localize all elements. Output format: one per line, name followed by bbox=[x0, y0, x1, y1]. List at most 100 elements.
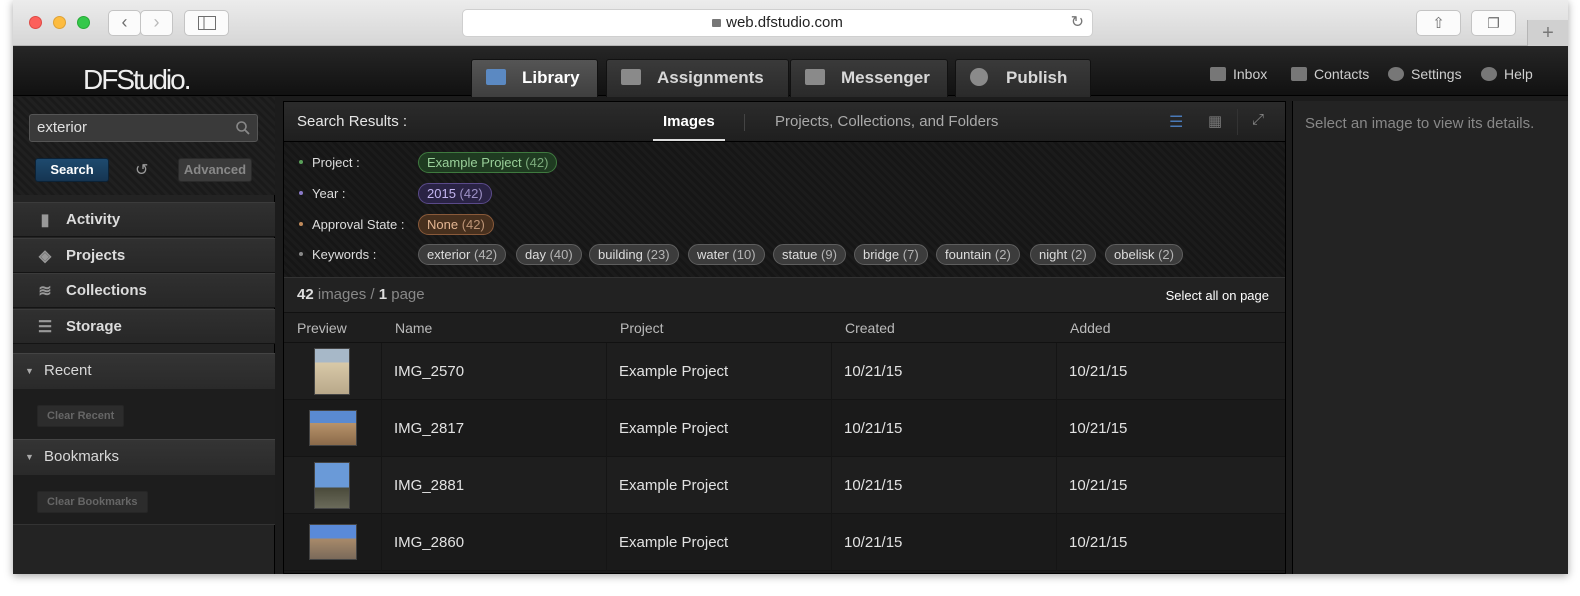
filter-approval-label-text: Approval State : bbox=[312, 217, 405, 232]
keyword-chip-obelisk[interactable]: obelisk (2) bbox=[1105, 244, 1183, 265]
bar-chart-icon: ▮ bbox=[40, 212, 50, 229]
tab-publish-label: Publish bbox=[1006, 68, 1068, 87]
new-tab-button[interactable]: + bbox=[1527, 20, 1568, 46]
back-button[interactable]: ‹ bbox=[108, 10, 141, 36]
sidebar-item-collections-label: Collections bbox=[66, 282, 147, 299]
details-placeholder: Select an image to view its details. bbox=[1305, 115, 1535, 132]
image-thumbnail[interactable] bbox=[314, 462, 350, 509]
list-view-icon[interactable]: ☰ bbox=[1169, 112, 1183, 132]
preview-cell bbox=[284, 343, 382, 400]
table-row[interactable]: IMG_2817 Example Project 10/21/15 10/21/… bbox=[284, 400, 1285, 457]
sidebar-item-activity[interactable]: ▮ Activity bbox=[13, 202, 275, 237]
filter-chip-project[interactable]: Example Project (42) bbox=[418, 152, 558, 173]
image-thumbnail[interactable] bbox=[309, 524, 357, 560]
advanced-search-button[interactable]: Advanced bbox=[178, 158, 252, 182]
share-button[interactable]: ⇧ bbox=[1416, 10, 1461, 36]
sidebar-item-projects-label: Projects bbox=[66, 247, 126, 264]
chip-name: water bbox=[697, 247, 729, 262]
page-count: 1 bbox=[378, 286, 388, 303]
tab-projects-collections-folders[interactable]: Projects, Collections, and Folders bbox=[775, 113, 998, 130]
messenger-icon bbox=[805, 69, 825, 85]
tab-messenger[interactable]: Messenger bbox=[790, 59, 948, 97]
preview-cell bbox=[284, 400, 382, 457]
help-link[interactable]: Help bbox=[1481, 66, 1533, 82]
inbox-link[interactable]: Inbox bbox=[1210, 66, 1267, 82]
keyword-chip-statue[interactable]: statue (9) bbox=[773, 244, 846, 265]
table-row[interactable]: IMG_2860 Example Project 10/21/15 10/21/… bbox=[284, 514, 1285, 571]
tab-publish[interactable]: Publish bbox=[955, 59, 1091, 97]
added-cell: 10/21/15 bbox=[1069, 534, 1128, 551]
assignments-icon bbox=[621, 69, 641, 85]
settings-link[interactable]: Settings bbox=[1388, 66, 1462, 82]
chip-count: (10) bbox=[732, 247, 756, 262]
share-icon: ⇧ bbox=[1432, 15, 1445, 32]
table-row[interactable]: IMG_2881 Example Project 10/21/15 10/21/… bbox=[284, 457, 1285, 514]
keyword-chip-fountain[interactable]: fountain (2) bbox=[936, 244, 1020, 265]
name-cell: IMG_2817 bbox=[382, 400, 607, 457]
details-panel: Select an image to view its details. bbox=[1292, 101, 1568, 574]
plus-icon: + bbox=[1542, 22, 1554, 44]
bookmarks-section-header[interactable]: ▼ Bookmarks bbox=[13, 439, 275, 475]
clear-bookmarks-button[interactable]: Clear Bookmarks bbox=[37, 491, 148, 513]
forward-button[interactable]: › bbox=[140, 10, 173, 36]
image-thumbnail[interactable] bbox=[314, 348, 350, 395]
select-all-link[interactable]: Select all on page bbox=[1166, 288, 1269, 303]
minimize-window-button[interactable] bbox=[53, 16, 66, 29]
column-name[interactable]: Name bbox=[395, 320, 432, 336]
dfstudio-logo[interactable]: DFStudio. bbox=[83, 64, 191, 96]
results-header: Search Results : Images Projects, Collec… bbox=[284, 102, 1285, 142]
keyword-chip-bridge[interactable]: bridge (7) bbox=[854, 244, 928, 265]
chip-name: 2015 bbox=[427, 186, 456, 201]
storage-icon: ☰ bbox=[37, 319, 53, 336]
grid-view-icon[interactable]: ▦ bbox=[1208, 112, 1222, 130]
column-created[interactable]: Created bbox=[845, 320, 895, 336]
reset-search-icon[interactable]: ↺ bbox=[135, 160, 148, 180]
images-word: images bbox=[317, 286, 367, 303]
created-cell: 10/21/15 bbox=[832, 514, 1057, 571]
sidebar-toggle-button[interactable] bbox=[184, 10, 229, 36]
chip-count: (40) bbox=[549, 247, 573, 262]
tab-assignments[interactable]: Assignments bbox=[606, 59, 789, 97]
table-row[interactable]: IMG_2570 Example Project 10/21/15 10/21/… bbox=[284, 343, 1285, 400]
keyword-chip-water[interactable]: water (10) bbox=[688, 244, 765, 265]
keyword-chip-building[interactable]: building (23) bbox=[589, 244, 679, 265]
column-preview[interactable]: Preview bbox=[297, 320, 347, 336]
image-thumbnail[interactable] bbox=[309, 410, 357, 446]
column-added[interactable]: Added bbox=[1070, 320, 1110, 336]
inbox-label: Inbox bbox=[1233, 66, 1268, 82]
keyword-chip-night[interactable]: night (2) bbox=[1030, 244, 1096, 265]
search-button[interactable]: Search bbox=[35, 158, 109, 182]
keyword-chip-day[interactable]: day (40) bbox=[516, 244, 582, 265]
search-input[interactable]: exterior bbox=[29, 114, 258, 142]
recent-section-header[interactable]: ▼ Recent bbox=[13, 353, 275, 389]
browser-window: ‹ › web.dfstudio.com ↻ ⇧ ❐ + DFStudio. L… bbox=[13, 0, 1568, 574]
chip-count: (42) bbox=[459, 186, 483, 201]
tab-divider bbox=[744, 114, 745, 131]
contacts-link[interactable]: Contacts bbox=[1291, 66, 1369, 82]
address-bar[interactable]: web.dfstudio.com ↻ bbox=[462, 9, 1093, 37]
chip-count: (42) bbox=[461, 217, 485, 232]
keyword-chip-exterior[interactable]: exterior (42) bbox=[418, 244, 507, 265]
added-cell: 10/21/15 bbox=[1069, 363, 1128, 380]
fullscreen-icon[interactable]: ⤢ bbox=[1252, 111, 1264, 128]
tab-library[interactable]: Library bbox=[471, 59, 598, 97]
project-cell: Example Project bbox=[607, 514, 832, 571]
zoom-window-button[interactable] bbox=[77, 16, 90, 29]
chip-name: statue bbox=[782, 247, 818, 262]
chip-count: (2) bbox=[994, 247, 1011, 262]
filter-chip-approval[interactable]: None (42) bbox=[418, 214, 494, 235]
filter-project-label: Project : bbox=[299, 155, 360, 170]
search-icon[interactable] bbox=[236, 121, 250, 135]
clear-recent-button[interactable]: Clear Recent bbox=[37, 405, 125, 427]
reload-icon[interactable]: ↻ bbox=[1071, 10, 1084, 36]
column-project[interactable]: Project bbox=[620, 320, 664, 336]
tab-images[interactable]: Images bbox=[663, 113, 715, 130]
filter-chip-year[interactable]: 2015 (42) bbox=[418, 183, 492, 204]
sidebar-item-collections[interactable]: ≋ Collections bbox=[13, 273, 275, 308]
tabs-overview-button[interactable]: ❐ bbox=[1471, 10, 1516, 36]
close-window-button[interactable] bbox=[29, 16, 42, 29]
chevron-right-icon: › bbox=[153, 12, 160, 32]
sidebar-item-projects[interactable]: ◈ Projects bbox=[13, 238, 275, 273]
name-cell: IMG_2881 bbox=[382, 457, 607, 514]
sidebar-item-storage[interactable]: ☰ Storage bbox=[13, 309, 275, 344]
